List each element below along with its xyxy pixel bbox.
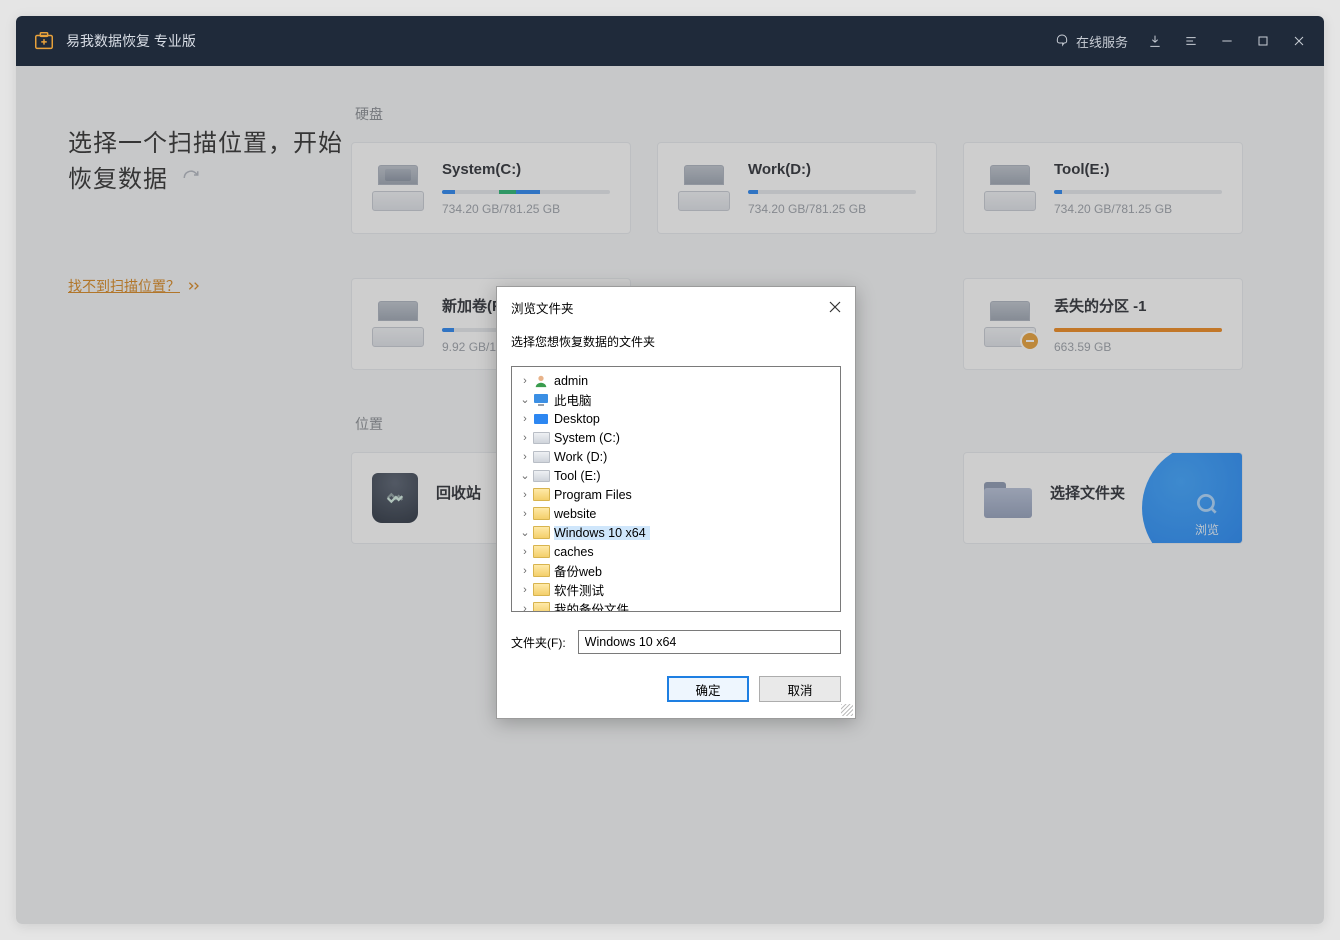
tree-node-my-backup[interactable]: 我的备份文件 — [512, 599, 840, 612]
download-icon[interactable] — [1146, 32, 1164, 50]
tree-node-system-c[interactable]: System (C:) — [512, 428, 840, 447]
browse-folder-dialog: 浏览文件夹 选择您想恢复数据的文件夹 admin 此电脑 Desktop Sys… — [496, 286, 856, 719]
tree-node-tool-e[interactable]: Tool (E:) — [512, 466, 840, 485]
main-area: 选择一个扫描位置，开始恢复数据 找不到扫描位置？ 硬盘 System(C:) 7… — [16, 66, 1324, 924]
tree-node-this-pc[interactable]: 此电脑 — [512, 390, 840, 409]
tree-node-backup-web[interactable]: 备份web — [512, 561, 840, 580]
folder-field-label: 文件夹(F): — [511, 634, 566, 651]
menu-icon[interactable] — [1182, 32, 1200, 50]
maximize-icon[interactable] — [1254, 32, 1272, 50]
dialog-close-button[interactable] — [825, 297, 845, 317]
tree-node-admin[interactable]: admin — [512, 371, 840, 390]
app-window: 易我数据恢复 专业版 在线服务 选择一个扫描位置，开始恢复数据 找不到扫描位置？ — [16, 16, 1324, 924]
dialog-title: 浏览文件夹 — [511, 298, 574, 317]
app-logo-icon — [32, 29, 56, 53]
tree-node-website[interactable]: website — [512, 504, 840, 523]
online-service-button[interactable]: 在线服务 — [1054, 32, 1128, 51]
dialog-instruction: 选择您想恢复数据的文件夹 — [497, 323, 855, 366]
online-service-label: 在线服务 — [1076, 32, 1128, 51]
titlebar: 易我数据恢复 专业版 在线服务 — [16, 16, 1324, 66]
tree-node-work-d[interactable]: Work (D:) — [512, 447, 840, 466]
minimize-icon[interactable] — [1218, 32, 1236, 50]
tree-node-desktop[interactable]: Desktop — [512, 409, 840, 428]
tree-node-program-files[interactable]: Program Files — [512, 485, 840, 504]
tree-node-caches[interactable]: caches — [512, 542, 840, 561]
close-icon[interactable] — [1290, 32, 1308, 50]
app-title: 易我数据恢复 专业版 — [66, 31, 196, 51]
resize-grip[interactable] — [841, 704, 853, 716]
folder-tree[interactable]: admin 此电脑 Desktop System (C:) Work (D:) … — [511, 366, 841, 612]
tree-node-windows10x64[interactable]: Windows 10 x64 — [512, 523, 840, 542]
ok-button[interactable]: 确定 — [667, 676, 749, 702]
cancel-button[interactable]: 取消 — [759, 676, 841, 702]
folder-name-input[interactable] — [578, 630, 841, 654]
tree-node-software-test[interactable]: 软件测试 — [512, 580, 840, 599]
